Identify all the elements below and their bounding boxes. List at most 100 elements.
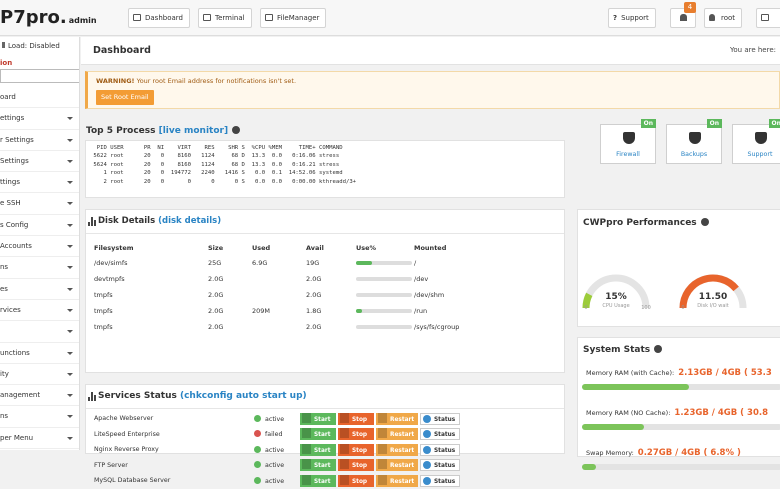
sidebar-item[interactable]: oard [0,87,79,108]
gear-icon[interactable] [654,345,662,353]
status-button[interactable]: Status [420,475,460,487]
sidebar-item[interactable]: rvices [0,300,79,321]
refresh-icon [378,413,387,423]
support-button[interactable]: ?Support [608,8,656,28]
live-monitor-link[interactable]: [live monitor] [159,126,228,136]
tab-terminal[interactable]: Terminal [198,8,252,28]
sidebar-item[interactable]: ns [0,257,79,278]
gauge-label: Disk I/O wait [697,303,729,309]
gear-icon[interactable] [701,218,709,226]
stop-button[interactable]: Stop [338,459,374,471]
start-button[interactable]: Start [300,459,336,471]
usage-bar [356,277,412,281]
service-actions: Start Stop Restart Status [300,427,462,443]
start-label: Start [314,432,331,438]
top-process-title: Top 5 Process [live monitor] [86,126,240,136]
sidebar-search-input[interactable] [0,69,80,83]
start-button[interactable]: Start [300,475,336,487]
service-actions: StartStopRestartStatus [300,411,462,427]
gauge-max: 100 [641,305,651,311]
feature-firewall[interactable]: OnFirewall [600,124,656,164]
process-row: 5624 root 20 0 8160 1124 68 D 13.3 0.0 0… [90,161,560,169]
process-row: 2 root 20 0 0 0 0 S 0.0 0.0 0:00.00 kthr… [90,178,560,186]
bar-chart-icon [88,217,97,226]
warning-label: WARNING! [96,77,135,85]
disk-cell-size: 25G [208,255,252,271]
logo[interactable]: P7pro.admin [0,7,97,28]
disk-cell-used [252,287,306,303]
sidebar-item[interactable]: ity [0,364,79,385]
sidebar-item[interactable]: Accounts [0,236,79,257]
stop-button[interactable]: Stop [338,413,374,425]
stat-progress-bar [582,384,780,390]
logout-icon [761,14,769,21]
sidebar-item[interactable]: es [0,279,79,300]
sidebar-item[interactable]: ettings [0,108,79,129]
chevron-down-icon [67,330,73,333]
feature-label: Support [733,151,780,158]
bell-icon [680,14,687,21]
sidebar-item[interactable]: unctions [0,343,79,364]
sidebar-item[interactable]: r Settings [0,130,79,151]
sidebar-item[interactable]: ttings [0,172,79,193]
restart-button[interactable]: Restart [376,475,418,487]
services-header: Services Status (chkconfig auto start up… [86,385,564,409]
page-title: Dashboard [93,45,151,56]
tab-filemanager[interactable]: FileManager [260,8,326,28]
sidebar: Load: Disabled ion oardettingsr Settings… [0,37,80,450]
disk-cell-mount: /dev [414,271,494,287]
sidebar-menu: oardettingsr SettingsSettings ttings e SSH… [0,87,79,449]
feature-backups[interactable]: OnBackups [666,124,722,164]
gear-icon[interactable] [232,126,240,134]
disk-title-label: Disk Details [98,216,158,226]
sidebar-item[interactable]: Settings [0,151,79,172]
restart-label: Restart [390,432,414,438]
chkconfig-link[interactable]: (chkconfig auto start up) [180,391,307,401]
gauge-min: 0 [681,305,684,311]
start-button[interactable]: Start [300,428,336,440]
service-row: LiteSpeed EnterprisefailedStartStopResta… [94,427,462,443]
stat-value: 2.13GB / 4GB ( 53.3 [678,368,772,378]
stat-row: Memory RAM (with Cache):2.13GB / 4GB ( 5… [586,368,772,378]
chevron-down-icon [67,160,73,163]
support-label: Support [621,14,649,22]
set-root-email-button[interactable]: Set Root Email [96,90,154,105]
logout-button[interactable] [756,8,780,28]
disk-cell-size: 2.0G [208,319,252,335]
tab-dashboard[interactable]: Dashboard [128,8,190,28]
stop-button[interactable]: Stop [338,428,374,440]
sidebar-item[interactable]: ns [0,406,79,427]
sidebar-item[interactable]: e SSH [0,193,79,214]
chevron-down-icon [67,224,73,227]
stop-icon [340,413,349,423]
disk-usage-cell [356,271,414,287]
check-icon [254,446,261,453]
sidebar-item[interactable]: anagement [0,385,79,406]
feature-support[interactable]: OnliSupport [732,124,780,164]
disk-details-title: Disk Details (disk details) [98,216,221,226]
status-button[interactable]: Status [420,459,460,471]
restart-button[interactable]: Restart [376,459,418,471]
sidebar-item[interactable]: per Menu [0,428,79,449]
sidebar-item-label: ttings [0,178,20,186]
sidebar-item[interactable]: s Config [0,215,79,236]
disk-details-link[interactable]: (disk details) [158,216,221,226]
status-button[interactable]: Status [420,413,460,425]
restart-button[interactable]: Restart [376,428,418,440]
disk-cell-size: 2.0G [208,287,252,303]
load-text: Load: Disabled [8,42,60,50]
tab-label: FileManager [277,14,319,22]
user-menu[interactable]: root [704,8,742,28]
status-button[interactable]: Status [420,428,460,440]
start-button[interactable]: Start [300,413,336,425]
status-label: Status [434,463,455,469]
chevron-down-icon [67,181,73,184]
disk-row: /dev/simfs25G6.9G19G/ [94,255,494,271]
restart-button[interactable]: Restart [376,413,418,425]
tab-label: Dashboard [145,14,183,22]
disk-usage-cell [356,255,414,271]
user-icon [709,14,715,21]
sidebar-item[interactable] [0,321,79,342]
disk-cell-fs: tmpfs [94,303,208,319]
stop-button[interactable]: Stop [338,475,374,487]
